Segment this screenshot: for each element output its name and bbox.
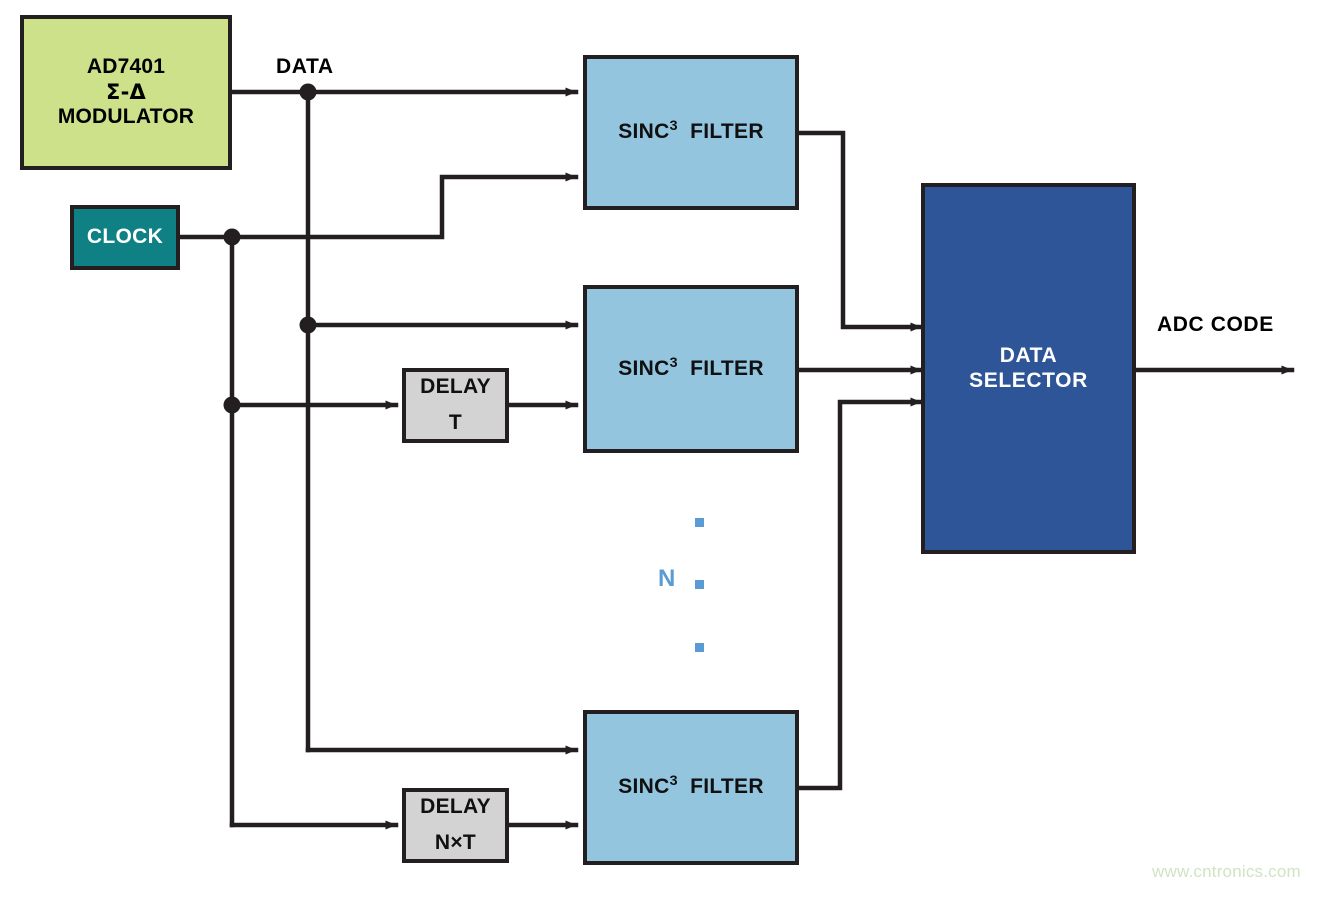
- junction-dots: [223, 83, 317, 414]
- block-delay-nt[interactable]: DELAY N×T: [402, 788, 509, 863]
- filter-middle-suffix: FILTER: [690, 356, 764, 380]
- filter-top-prefix: SINC: [618, 120, 670, 144]
- block-sinc3-filter-top[interactable]: SINC3 FILTER: [583, 55, 799, 210]
- label-data-signal: DATA: [276, 55, 334, 78]
- delay-nt-line-1: DELAY: [420, 795, 491, 819]
- clock-label: CLOCK: [86, 225, 164, 249]
- wire-filter-bottom-to-selector: [796, 397, 924, 791]
- label-adc-code-signal: ADC CODE: [1157, 313, 1274, 336]
- selector-line-2: SELECTOR: [969, 368, 1088, 392]
- wire-filter-top-to-selector: [796, 130, 924, 332]
- junction-dot-data-middle: [299, 316, 317, 334]
- filter-top-exponent: 3: [669, 118, 678, 135]
- selector-line-1: DATA: [999, 343, 1058, 367]
- filter-bottom-label: SINC3 FILTER: [618, 773, 764, 800]
- block-delay-t[interactable]: DELAY T: [402, 368, 509, 443]
- ellipsis-dot-2: [695, 580, 704, 589]
- filter-bottom-prefix: SINC: [618, 775, 670, 799]
- junction-dot-data-top: [299, 83, 317, 101]
- filter-bottom-exponent: 3: [669, 773, 678, 790]
- filter-bottom-suffix: FILTER: [690, 775, 764, 799]
- block-sinc3-filter-middle[interactable]: SINC3 FILTER: [583, 285, 799, 453]
- block-sinc3-filter-bottom[interactable]: SINC3 FILTER: [583, 710, 799, 865]
- filter-top-suffix: FILTER: [690, 120, 764, 144]
- wire-clock-to-filter-top: [229, 172, 579, 240]
- delay-t-line-1: DELAY: [420, 375, 491, 399]
- junction-dot-clock-top: [223, 228, 241, 246]
- delay-nt-line-2: N×T: [434, 831, 477, 854]
- filter-middle-exponent: 3: [669, 354, 678, 371]
- modulator-line-1: AD7401: [86, 55, 166, 79]
- ellipsis-dot-3: [695, 643, 704, 652]
- junction-dot-clock-middle: [223, 396, 241, 414]
- watermark-text: www.cntronics.com: [1152, 862, 1301, 881]
- block-data-selector[interactable]: DATA SELECTOR: [921, 183, 1136, 554]
- filter-top-label: SINC3 FILTER: [618, 118, 764, 145]
- filter-middle-prefix: SINC: [618, 356, 670, 380]
- block-diagram: AD7401 Σ-Δ MODULATOR CLOCK SINC3 FILTER …: [0, 0, 1327, 898]
- label-repeat-count-n: N: [658, 565, 676, 592]
- filter-middle-label: SINC3 FILTER: [618, 354, 764, 382]
- modulator-line-3: MODULATOR: [57, 104, 195, 128]
- delay-t-line-2: T: [448, 411, 463, 434]
- block-clock[interactable]: CLOCK: [70, 205, 180, 270]
- ellipsis-dot-1: [695, 518, 704, 527]
- block-ad7401-modulator[interactable]: AD7401 Σ-Δ MODULATOR: [20, 15, 232, 170]
- modulator-line-2: Σ-Δ: [106, 80, 146, 105]
